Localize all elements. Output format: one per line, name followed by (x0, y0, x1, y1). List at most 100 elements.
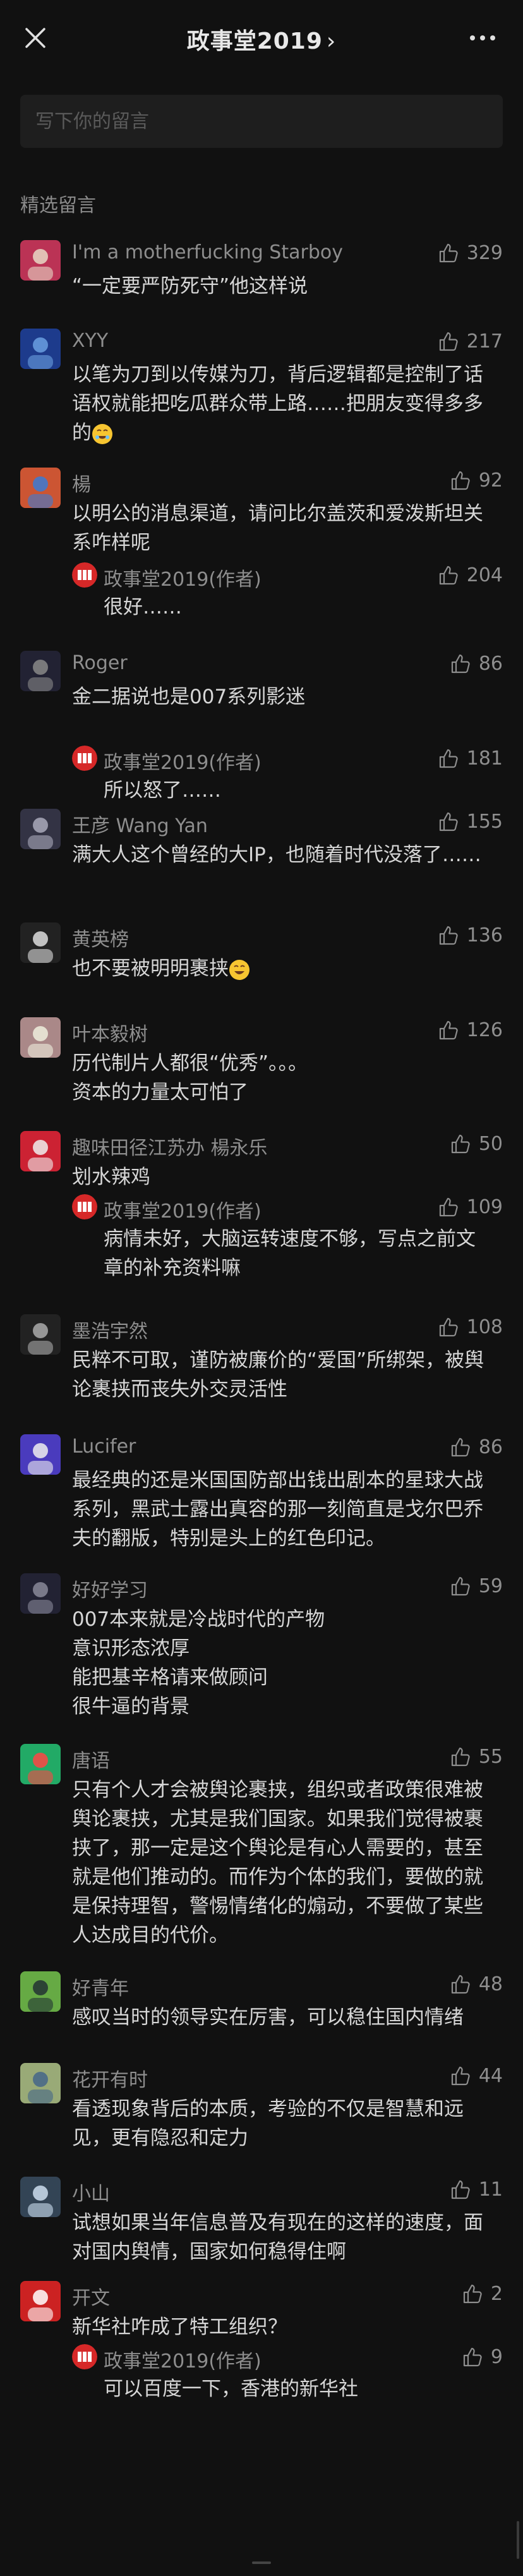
like-button[interactable]: 136 (438, 922, 503, 948)
comment-text: 只有个人才会被舆论裹挟，组织或者政策很难被舆论裹挟，尤其是我们国家。如果我们觉得… (72, 1779, 483, 1947)
author-avatar[interactable] (72, 562, 97, 588)
comment-text: 满大人这个曾经的大IP，也随着时代没落了…… (72, 844, 481, 866)
like-count: 108 (466, 1315, 503, 1338)
avatar[interactable] (20, 2063, 61, 2103)
avatar[interactable] (20, 1573, 61, 1614)
avatar[interactable] (20, 922, 61, 963)
like-button[interactable]: 86 (450, 1434, 503, 1460)
tears-of-joy-emoji-icon (92, 423, 112, 444)
comment-input[interactable] (20, 95, 503, 148)
reply-like-button[interactable]: 9 (462, 2344, 503, 2369)
avatar[interactable] (20, 1971, 61, 2012)
thumbs-up-icon (451, 1747, 470, 1767)
thumbs-up-icon (451, 1576, 470, 1596)
reply-like-button[interactable]: 204 (438, 562, 503, 588)
like-button[interactable]: 86 (450, 651, 503, 676)
like-count: 155 (466, 810, 503, 833)
thumbs-up-icon (451, 1974, 470, 1994)
reply-text: 可以百度一下，香港的新华社 (104, 2378, 358, 2400)
account-title-link[interactable]: 政事堂2019 › (0, 23, 523, 56)
thumbs-up-icon (439, 332, 458, 351)
thumbs-up-icon (439, 812, 458, 831)
commenter-name: 黄英榜 (72, 929, 129, 951)
like-button[interactable]: 55 (450, 1744, 503, 1769)
comment-text: 金二据说也是007系列影迷 (72, 686, 306, 708)
comment-body: 以笔为刀到以传媒为刀，背后逻辑都是控制了话语权就能把吃瓜群众带上路……把朋友变得… (72, 360, 502, 447)
thumbs-up-icon (439, 1020, 458, 1040)
thumbs-up-icon (439, 243, 458, 263)
comment-text: 也不要被明明裹挟 (72, 957, 229, 980)
thumbs-up-icon (451, 2180, 470, 2199)
like-button[interactable]: 11 (450, 2177, 503, 2202)
avatar[interactable] (20, 2177, 61, 2217)
like-count: 86 (478, 1436, 503, 1458)
comment-text: 新华社咋成了特工组织？ (72, 2316, 287, 2338)
author-name: 政事堂2019(作者) (104, 1200, 262, 1223)
avatar[interactable] (20, 468, 61, 508)
like-button[interactable]: 44 (450, 2063, 503, 2088)
commenter-name: I'm a motherfucking Starboy (72, 241, 343, 263)
like-button[interactable]: 59 (450, 1573, 503, 1599)
like-button[interactable]: 2 (462, 2281, 503, 2306)
commenter-name: Lucifer (72, 1436, 136, 1458)
author-name: 政事堂2019(作者) (104, 752, 262, 774)
like-count: 86 (478, 652, 503, 675)
commenter-name: 好青年 (72, 1978, 129, 2000)
reply-like-button[interactable]: 109 (438, 1194, 503, 1219)
chevron-right-icon: › (326, 28, 337, 54)
thumbs-up-icon (451, 1134, 470, 1154)
avatar[interactable] (20, 1434, 61, 1475)
like-button[interactable]: 155 (438, 809, 503, 834)
avatar[interactable] (20, 651, 61, 691)
avatar[interactable] (20, 2281, 61, 2321)
reply-like-count: 9 (490, 2345, 503, 2368)
comment-text: 民粹不可取，谨防被廉价的“爱国”所绑架，被舆论裹挟而丧失外交灵活性 (72, 1349, 484, 1401)
commenter-name: 王彦 Wang Yan (72, 815, 208, 837)
comment-text: 最经典的还是米国国防部出钱出剧本的星球大战系列，黑武士露出真容的那一刻简直是戈尔… (72, 1469, 483, 1550)
reply-text: 很好…… (104, 596, 182, 619)
like-count: 92 (478, 469, 503, 492)
article-comments-page: 政事堂2019› 精选留言 I'm a motherfucking Starbo… (0, 0, 523, 2576)
reply-like-count: 204 (466, 564, 503, 586)
avatar[interactable] (20, 329, 61, 369)
comment-text: 试想如果当年信息普及有现在的这样的速度，面对国内舆情，国家如何稳得住啊 (72, 2211, 483, 2263)
thumbs-up-icon (451, 2066, 470, 2086)
thumbs-up-icon (451, 471, 470, 490)
comment-text: “一定要严防死守”他这样说 (72, 275, 308, 298)
commenter-name: XYY (72, 330, 109, 352)
like-count: 55 (478, 1745, 503, 1768)
avatar[interactable] (20, 1314, 61, 1355)
like-button[interactable]: 50 (450, 1131, 503, 1156)
commenter-name: 好好学习 (72, 1580, 148, 1602)
avatar[interactable] (20, 809, 61, 849)
like-button[interactable]: 126 (438, 1017, 503, 1043)
like-button[interactable]: 48 (450, 1971, 503, 1997)
comment-body: 也不要被明明裹挟 (72, 954, 502, 983)
scrollbar[interactable] (517, 2521, 519, 2559)
reply-text: 所以怒了…… (104, 779, 221, 802)
like-count: 50 (478, 1132, 503, 1155)
avatar[interactable] (20, 240, 61, 281)
avatar[interactable] (20, 1017, 61, 1058)
author-name: 政事堂2019(作者) (104, 2350, 262, 2373)
author-avatar[interactable] (72, 746, 97, 771)
like-button[interactable]: 108 (438, 1314, 503, 1339)
reply-text: 病情未好，大脑运转速度不够，写点之前文章的补充资料嘛 (104, 1228, 476, 1279)
like-button[interactable]: 92 (450, 468, 503, 493)
account-title: 政事堂2019 (186, 28, 323, 54)
author-avatar[interactable] (72, 1194, 97, 1219)
more-icon[interactable] (466, 25, 499, 51)
avatar[interactable] (20, 1744, 61, 1784)
avatar[interactable] (20, 1131, 61, 1171)
like-count: 217 (466, 330, 503, 353)
like-button[interactable]: 329 (438, 240, 503, 265)
like-count: 136 (466, 924, 503, 946)
reply-like-button[interactable]: 181 (438, 746, 503, 771)
author-avatar[interactable] (72, 2344, 97, 2369)
commenter-name: 楊 (72, 474, 91, 496)
reply-like-count: 109 (466, 1195, 503, 1218)
like-button[interactable]: 217 (438, 329, 503, 354)
thumbs-up-icon (439, 926, 458, 945)
author-name: 政事堂2019(作者) (104, 569, 262, 591)
reply-like-count: 181 (466, 747, 503, 770)
